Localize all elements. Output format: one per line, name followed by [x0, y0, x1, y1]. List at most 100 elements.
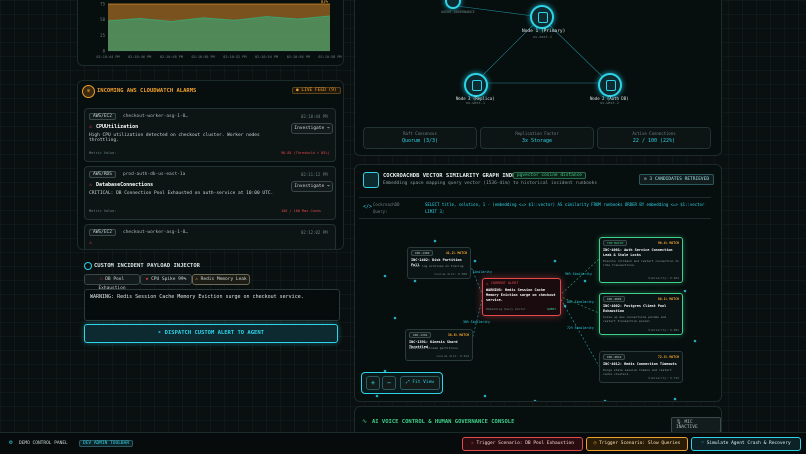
trigger-db-pool-button[interactable]: ⚠ Trigger Scenario: DB Pool Exhaustion [462, 437, 583, 451]
embedding-point [553, 259, 557, 263]
chart-badge: 83% [321, 0, 329, 4]
embedding-point [683, 289, 687, 293]
runbook-title: INC-4002: Postgres Client Pool Exhaustio… [603, 304, 667, 313]
alarm-card[interactable]: AWS/RDS prod-auth-db-us-east-1a 02:11:12 P… [84, 166, 336, 220]
cluster-stat-value: 3x Storage [521, 138, 553, 144]
alarms-title: INCOMING AWS CLOUDWATCH ALARMS [97, 88, 197, 94]
preset-label: Redis Memory Leak [200, 277, 247, 282]
embedding-point [533, 399, 537, 401]
zoom-controls: + − ⤢ Fit View [361, 372, 443, 394]
match-pct: 41.2% MATCH [445, 251, 467, 255]
candidates-label: 3 CANDIDATES RETRIEVED [649, 177, 710, 182]
simulate-crash-button[interactable]: ♡ Simulate Agent Crash & Recovery [691, 437, 801, 451]
primary-node-name: Node 1 (Primary) [522, 29, 566, 34]
similarity-edge [468, 261, 484, 297]
sql-query: SELECT title, solution, 1 - (embedding <… [425, 202, 705, 214]
cluster-stat: Active Connections 22 / 100 (22%) [597, 127, 711, 149]
preset-button[interactable]: ✹ CPU Spike 99% [140, 274, 192, 285]
alarm-metric-label: Metric Value: [89, 151, 117, 155]
embedding-point [603, 399, 607, 401]
primary-node[interactable] [530, 5, 554, 29]
embedding-point [693, 339, 697, 343]
top-match-badge: TOP MATCH [603, 240, 628, 246]
cluster-stat-value: 22 / 100 (22%) [632, 138, 676, 144]
trigger-slow-queries-label: Trigger Scenario: Slow Queries [599, 441, 681, 446]
alarm-metric-label: Metric Value: [89, 209, 117, 213]
runbook-id-tag: INC-4002 [603, 296, 626, 302]
cluster-stat-label: Raft Consensus [403, 131, 437, 136]
live-feed-badge: ● LIVE FEED (9) [292, 87, 341, 94]
runbook-node[interactable]: INC-1402 41.2% MATCH INC-1402: Disk Partit… [407, 247, 471, 279]
query-box: </> CockroachDB Query: SELECT title, sol… [359, 197, 711, 219]
current-alert-head: CURRENT ALERT [491, 281, 519, 285]
investigate-button[interactable]: Investigate → [291, 123, 333, 134]
alarm-card[interactable]: AWS/EC2 checkout-worker-asg-1-0… 02:10:44 … [84, 108, 336, 162]
zoom-in-button[interactable]: + [366, 376, 380, 390]
runbook-foot: cosine dist: 0.612 [436, 354, 469, 358]
payload-textarea[interactable]: WARNING: Redis Session Cache Memory Evic… [84, 289, 340, 321]
current-alert-text: WARNING: Redis Session Cache Memory Evic… [486, 288, 556, 302]
runbook-desc: Purge stale session tokens and restart c… [603, 368, 672, 376]
code-icon: </> [363, 204, 373, 210]
cpu-area-chart: 75 50 25 002:10:44 PM 02:10:46 PM 02:10:48 PM… [96, 0, 341, 59]
x-tick-label: 02:10:48 PM [160, 55, 183, 59]
runbook-node[interactable]: INC-4002 88.1% MATCH INC-4002: Postgres Cl… [599, 293, 683, 335]
alarm-service-tag: AWS/RDS [89, 171, 116, 178]
preset-button[interactable]: ☐ DB Pool Exhaustion [84, 274, 140, 291]
match-pct: 96.4% MATCH [657, 241, 679, 245]
x-tick-label: 02:10:44 PM [96, 55, 119, 59]
match-pct: 88.1% MATCH [657, 297, 679, 301]
runbook-node[interactable]: INC-4012 72.3% MATCH INC-4012: Redis Conne… [599, 351, 683, 383]
cluster-stat-label: Active Connections [632, 131, 676, 136]
zoom-out-button[interactable]: − [382, 376, 396, 390]
current-alert-foot: Embedding Query Vector [486, 307, 526, 311]
current-alert-node[interactable]: ⚠ CURRENT ALERT WARNING: Redis Session C… [482, 278, 561, 316]
alarm-card[interactable]: AWS/EC2 checkout-worker-asg-1-0… 02:12:02 … [84, 224, 336, 249]
trigger-slow-queries-button[interactable]: ◷ Trigger Scenario: Slow Queries [586, 437, 688, 451]
cluster-stat-label: Replication Factor [515, 131, 559, 136]
x-tick-label: 02:10:50 PM [192, 55, 215, 59]
alarm-time: 02:10:44 PM [301, 114, 328, 119]
mic-status[interactable]: 🎙 MIC INACTIVE [671, 417, 721, 433]
x-tick-label: 02:10:52 PM [223, 55, 246, 59]
x-tick-label: 02:10:58 PM [318, 55, 341, 59]
runbook-desc: Rebalance stream partitions [409, 346, 458, 350]
vector-panel: COCKROACHDB VECTOR SIMILARITY GRAPH INDE… [354, 164, 722, 402]
embedding-point [583, 279, 587, 283]
preset-button[interactable]: ⚠ Redis Memory Leak [192, 274, 250, 285]
terminal-icon [84, 262, 92, 270]
injector-title: CUSTOM INCIDENT PAYLOAD INJECTOR [94, 263, 200, 269]
footer-bar: ⚙ DEMO CONTROL PANEL DEV ADMIN TOOLBAR ⚠… [0, 432, 806, 454]
runbook-node[interactable]: TOP MATCH 96.4% MATCH INC-4001: Auth Servi… [599, 237, 683, 283]
alarm-description: High CPU utilization detected on checkou… [89, 133, 260, 143]
embedding-point [473, 259, 477, 263]
cluster-panel: AGENT GOVERNANCE Node 1 (Primary) us-eas… [354, 0, 722, 156]
runbook-foot: Similarity: 0.964 [648, 276, 679, 280]
runbook-title: INC-4012: Redis Connection Timeouts [603, 362, 677, 366]
fit-view-label: Fit View [412, 380, 434, 385]
alarm-bell-icon: ⊕ [82, 85, 95, 98]
alarm-metric-name: CPUUtilization [96, 124, 139, 130]
vector-db-icon [363, 172, 379, 188]
pgvector-badge: pgvector cosine distance [513, 172, 587, 179]
embedding-point [673, 397, 677, 401]
embedding-point [433, 239, 437, 243]
alarm-description: CRITICAL: DB Connection Pool Exhausted o… [89, 191, 274, 196]
cluster-stat-value: Quorum (3/3) [401, 138, 439, 144]
runbook-node[interactable]: INC-1391 38.8% MATCH INC-1391: Kinesis Sha… [405, 329, 473, 361]
demo-label: DEMO CONTROL PANEL [19, 441, 68, 446]
send-icon: ➤ [158, 330, 165, 336]
replica-node[interactable] [464, 73, 488, 97]
alarm-metric-value: 100 / 100 Max Conns [281, 209, 322, 213]
dispatch-button[interactable]: ➤ DISPATCH CUSTOM ALERT TO AGENT [84, 324, 338, 343]
cluster-stat: Replication Factor 3x Storage [480, 127, 594, 149]
voice-title: AI VOICE CONTROL & HUMAN GOVERNANCE CONS… [372, 419, 515, 425]
embedding-point [563, 304, 567, 308]
auth-node[interactable] [598, 73, 622, 97]
runbook-desc: Clean log archives on tracing [411, 264, 464, 268]
embedding-point [375, 394, 379, 398]
fit-view-button[interactable]: ⤢ Fit View [400, 376, 440, 390]
investigate-button[interactable]: Investigate → [291, 181, 333, 192]
runbook-desc: Scale up max connections params and rest… [603, 315, 667, 323]
cluster-stat: Raft Consensus Quorum (3/3) [363, 127, 477, 149]
